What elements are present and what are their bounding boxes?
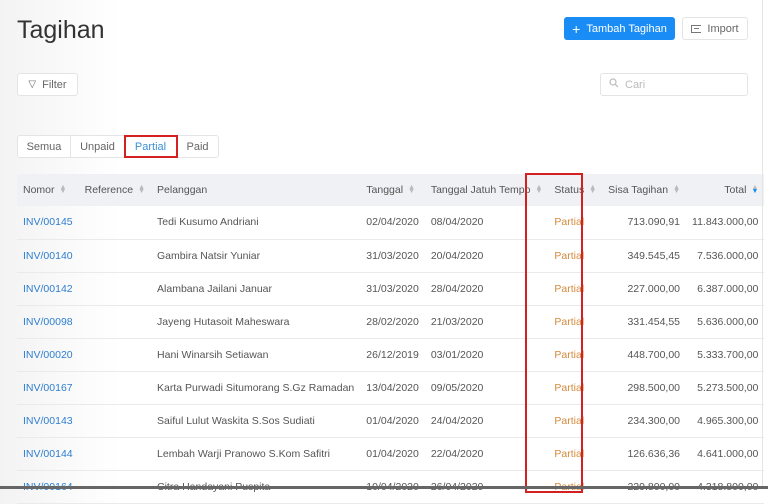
cell-invoice-number[interactable]: INV/00143 [17,404,79,438]
cell-date: 01/04/2020 [360,404,425,438]
sort-icon[interactable]: ▲ ▼ [751,184,758,195]
cell-customer: Alambana Jailani Januar [151,272,361,306]
cell-total: 4.965.300,00 [686,404,765,438]
cell-invoice-number[interactable]: INV/00144 [17,437,79,471]
cell-customer: Tedi Kusumo Andriani [151,206,361,240]
page-title: Tagihan [17,16,105,44]
cell-remaining: 298.500,00 [602,371,687,405]
sort-icon[interactable]: ▲ ▼ [138,184,145,195]
sort-icon[interactable]: ▲ ▼ [408,184,415,195]
plus-icon: + [572,20,581,37]
tab-unpaid[interactable]: Unpaid [71,136,125,157]
table-row[interactable]: INV/00167 Karta Purwadi Situmorang S.Gz R… [17,371,765,405]
import-button[interactable]: Import [682,17,748,40]
cell-date: 31/03/2020 [360,239,425,273]
column-header-nomor[interactable]: Nomor ▲ ▼ [17,174,79,206]
cell-reference [78,272,152,306]
cell-remaining: 234.300,00 [602,404,687,438]
table-row[interactable]: INV/00142 Alambana Jailani Januar 31/03/20… [17,272,765,306]
column-header-sisa-tagihan[interactable]: Sisa Tagihan ▲ ▼ [602,174,687,206]
cell-remaining: 448.700,00 [602,338,687,372]
column-header-label: Sisa Tagihan [608,184,669,196]
add-invoice-label: Tambah Tagihan [586,22,667,35]
cell-reference [78,305,152,339]
table-row[interactable]: INV/00143 Saiful Lulut Waskita S.Sos Sudi… [17,404,765,438]
cell-date: 28/02/2020 [360,305,425,339]
cell-total: 4.641.000,00 [686,437,765,471]
cell-remaining: 349.545,45 [602,239,687,273]
filter-label: Filter [42,78,67,91]
column-header-tanggal[interactable]: Tanggal ▲ ▼ [360,174,425,206]
cell-remaining: 126.636,36 [602,437,687,471]
cell-invoice-number[interactable]: INV/00142 [17,272,79,306]
cell-total: 5.636.000,00 [686,305,765,339]
column-header-label: Reference [84,184,134,196]
sort-icon[interactable]: ▲ ▼ [60,184,67,195]
column-header-label: Pelanggan [157,184,208,196]
cell-customer: Gambira Natsir Yuniar [151,239,361,273]
cell-remaining: 713.090,91 [602,206,687,240]
cell-invoice-number[interactable]: INV/00145 [17,206,79,240]
cell-total: 5.273.500,00 [686,371,765,405]
import-label: Import [707,22,739,35]
cell-total: 7.536.000,00 [686,239,765,273]
table-row[interactable]: INV/00020 Hani Winarsih Setiawan 26/12/201… [17,338,765,372]
cell-date: 01/04/2020 [360,437,425,471]
column-header-label: Tanggal [366,184,404,196]
cell-invoice-number[interactable]: INV/00140 [17,239,79,273]
sort-icon[interactable]: ▲ ▼ [589,184,596,195]
scrollbar-track [762,0,763,489]
cell-remaining: 227.000,00 [602,272,687,306]
cell-customer: Jayeng Hutasoit Maheswara [151,305,361,339]
status-tabs: Semua Unpaid Partial Paid [17,135,219,158]
search-input[interactable] [625,78,735,91]
cell-date: 13/04/2020 [360,371,425,405]
invoice-table: Nomor ▲ ▼ Reference ▲ ▼ Pelanggan Tanggal ▲ ▼ Tang… [17,174,765,504]
column-header-label: Total [724,184,747,196]
import-icon [691,24,702,33]
filter-icon: ▽ [28,79,37,90]
table-row[interactable]: INV/00145 Tedi Kusumo Andriani 02/04/2020 0… [17,206,765,240]
status-column-highlight [525,173,583,493]
cell-customer: Hani Winarsih Setiawan [151,338,361,372]
cell-reference [78,371,152,405]
cell-reference [78,206,152,240]
cell-customer: Lembah Warji Pranowo S.Kom Safitri [151,437,361,471]
cell-date: 31/03/2020 [360,272,425,306]
cell-total: 5.333.700,00 [686,338,765,372]
tab-partial[interactable]: Partial [124,135,178,158]
cell-invoice-number[interactable]: INV/00098 [17,305,79,339]
tab-semua[interactable]: Semua [18,136,71,157]
column-header-reference[interactable]: Reference ▲ ▼ [78,174,152,206]
search-box[interactable] [600,73,748,96]
cell-invoice-number[interactable]: INV/00020 [17,338,79,372]
cell-total: 11.843.000,00 [686,206,765,240]
table-row[interactable]: INV/00098 Jayeng Hutasoit Maheswara 28/02/… [17,305,765,339]
sort-icon[interactable]: ▲ ▼ [673,184,680,195]
cell-reference [78,338,152,372]
table-row[interactable]: INV/00140 Gambira Natsir Yuniar 31/03/2020… [17,239,765,273]
cell-reference [78,404,152,438]
column-header-pelanggan: Pelanggan [151,174,361,206]
column-header-label: Tanggal Jatuh Tempo [430,184,531,196]
cell-customer: Karta Purwadi Situmorang S.Gz Ramadan [151,371,361,405]
table-row[interactable]: INV/00144 Lembah Warji Pranowo S.Kom Safi… [17,437,765,471]
cell-date: 26/12/2019 [360,338,425,372]
search-icon [609,78,619,91]
cell-customer: Saiful Lulut Waskita S.Sos Sudiati [151,404,361,438]
add-invoice-button[interactable]: + Tambah Tagihan [564,17,675,40]
cell-remaining: 331.454,55 [602,305,687,339]
cell-total: 6.387.000,00 [686,272,765,306]
tab-paid[interactable]: Paid [177,136,218,157]
cell-reference [78,239,152,273]
cell-date: 02/04/2020 [360,206,425,240]
filter-button[interactable]: ▽ Filter [17,73,78,96]
column-header-label: Nomor [23,184,55,196]
column-header-total[interactable]: Total ▲ ▼ [686,174,765,206]
cell-reference [78,437,152,471]
cell-invoice-number[interactable]: INV/00167 [17,371,79,405]
